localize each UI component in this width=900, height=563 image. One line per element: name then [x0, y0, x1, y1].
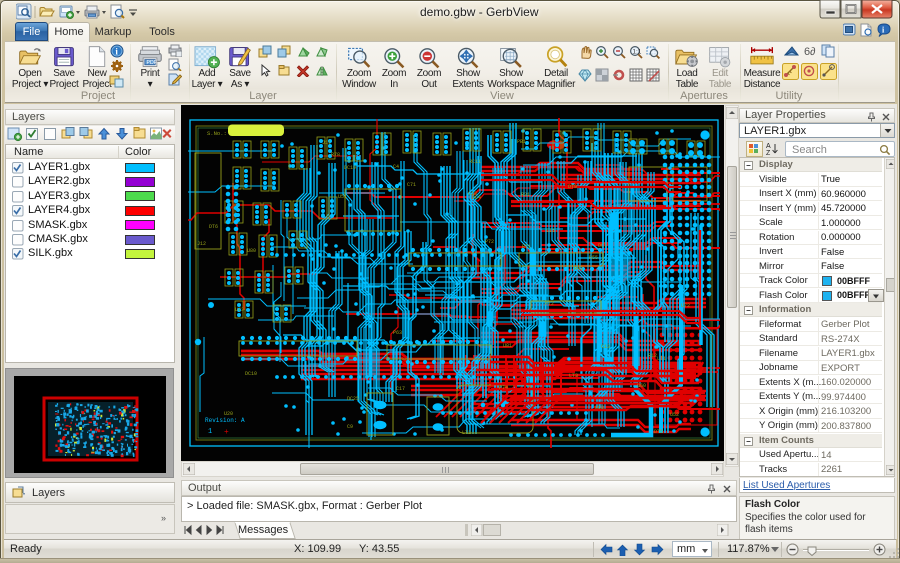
svg-text:C4: C4 [393, 164, 399, 170]
svg-text:DC10: DC10 [245, 371, 257, 377]
svg-text:S.No.:: S.No.: [207, 130, 227, 137]
svg-text:RC11: RC11 [469, 159, 481, 165]
svg-text:C17: C17 [396, 386, 405, 392]
svg-text:U73: U73 [235, 307, 244, 313]
svg-text:P72: P72 [485, 239, 494, 245]
svg-text:P63: P63 [393, 330, 402, 336]
svg-text:DT6: DT6 [209, 224, 218, 230]
svg-text:1: 1 [208, 428, 212, 436]
svg-text:C9: C9 [347, 424, 353, 430]
svg-text:+: + [224, 428, 229, 437]
svg-text:J12: J12 [197, 241, 206, 247]
svg-text:DC25: DC25 [347, 396, 359, 402]
svg-text:PB1: PB1 [517, 139, 526, 145]
svg-text:U53: U53 [595, 405, 604, 411]
svg-text:C13: C13 [601, 344, 610, 350]
svg-text:R31: R31 [521, 192, 530, 198]
svg-text:LT3: LT3 [569, 373, 578, 379]
svg-text:U51: U51 [338, 194, 347, 200]
svg-text:A: A [766, 143, 771, 150]
svg-text:U52: U52 [670, 412, 679, 418]
svg-text:DC19: DC19 [344, 165, 356, 171]
svg-text:PT2: PT2 [545, 301, 554, 307]
svg-text:LT2: LT2 [462, 430, 471, 436]
svg-text:U72: U72 [681, 303, 690, 309]
svg-text:1:1: 1:1 [632, 49, 641, 56]
svg-text:Z: Z [766, 150, 771, 157]
svg-text:J11: J11 [322, 140, 331, 146]
svg-text:C71: C71 [407, 182, 416, 188]
svg-text:LT1: LT1 [657, 356, 666, 362]
svg-text:DC7: DC7 [598, 243, 607, 249]
svg-text:U60: U60 [637, 383, 646, 389]
svg-text:U80: U80 [247, 248, 256, 254]
svg-text:P74: P74 [499, 385, 508, 391]
svg-text:R55: R55 [589, 255, 598, 261]
svg-text:C18: C18 [468, 191, 477, 197]
svg-text:U81: U81 [503, 343, 512, 349]
svg-text:R71: R71 [522, 244, 531, 250]
svg-text:R43: R43 [574, 266, 583, 272]
svg-text:PDF: PDF [147, 60, 157, 66]
svg-text:R12: R12 [648, 353, 657, 359]
svg-text:DT9: DT9 [568, 184, 577, 190]
svg-text:C15: C15 [546, 228, 555, 234]
svg-text:∂: ∂ [810, 46, 816, 58]
svg-text:R78: R78 [331, 152, 340, 158]
svg-text:Revision: A: Revision: A [205, 417, 245, 424]
svg-text:DT5: DT5 [654, 429, 663, 435]
